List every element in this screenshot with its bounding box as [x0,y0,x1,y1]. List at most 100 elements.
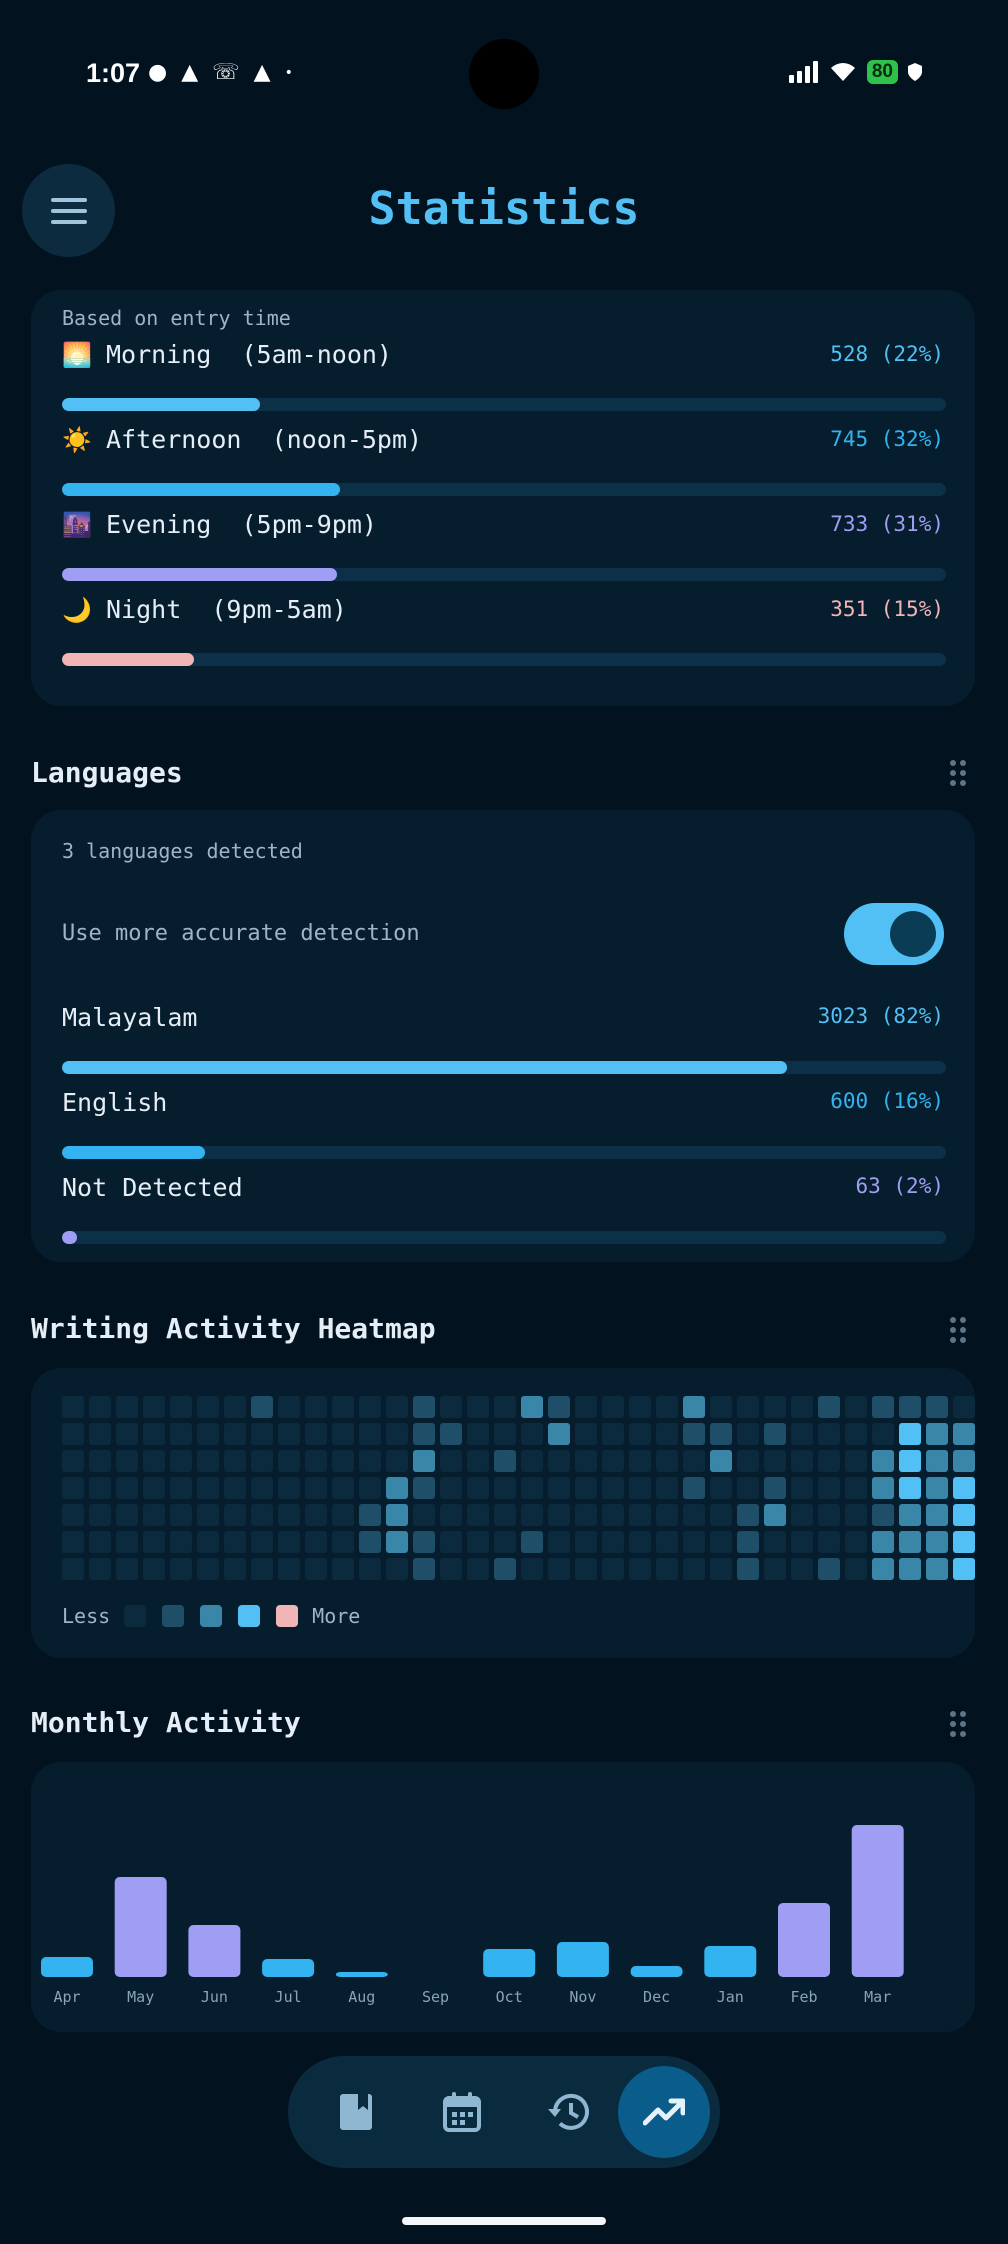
heatmap-cell[interactable] [494,1558,516,1580]
heatmap-cell[interactable] [818,1423,840,1445]
heatmap-cell[interactable] [926,1558,948,1580]
heatmap-cell[interactable] [89,1504,111,1526]
heatmap-cell[interactable] [440,1558,462,1580]
heatmap-cell[interactable] [62,1558,84,1580]
heatmap-cell[interactable] [872,1396,894,1418]
heatmap-cell[interactable] [683,1531,705,1553]
heatmap-cell[interactable] [710,1396,732,1418]
heatmap-cell[interactable] [251,1531,273,1553]
heatmap-cell[interactable] [251,1423,273,1445]
monthly-bar[interactable] [483,1949,536,1977]
heatmap-cell[interactable] [89,1531,111,1553]
heatmap-cell[interactable] [953,1504,975,1526]
heatmap-cell[interactable] [278,1504,300,1526]
heatmap-cell[interactable] [467,1396,489,1418]
heatmap-cell[interactable] [791,1423,813,1445]
drag-handle-icon[interactable] [950,760,966,786]
heatmap-cell[interactable] [224,1396,246,1418]
nav-statistics[interactable] [618,2066,710,2158]
heatmap-cell[interactable] [494,1396,516,1418]
heatmap-cell[interactable] [548,1504,570,1526]
heatmap-cell[interactable] [602,1396,624,1418]
heatmap-cell[interactable] [656,1423,678,1445]
heatmap-cell[interactable] [251,1504,273,1526]
monthly-bar[interactable] [114,1877,167,1977]
heatmap-cell[interactable] [494,1477,516,1499]
heatmap-cell[interactable] [683,1396,705,1418]
monthly-bar[interactable] [188,1925,241,1977]
heatmap-cell[interactable] [278,1450,300,1472]
heatmap-cell[interactable] [737,1531,759,1553]
heatmap-cell[interactable] [872,1558,894,1580]
heatmap-cell[interactable] [359,1531,381,1553]
heatmap-cell[interactable] [386,1423,408,1445]
heatmap-cell[interactable] [872,1531,894,1553]
heatmap-cell[interactable] [386,1531,408,1553]
heatmap-cell[interactable] [953,1450,975,1472]
heatmap-cell[interactable] [926,1504,948,1526]
heatmap-cell[interactable] [791,1450,813,1472]
heatmap-cell[interactable] [386,1504,408,1526]
heatmap-cell[interactable] [656,1558,678,1580]
heatmap-cell[interactable] [170,1558,192,1580]
heatmap-cell[interactable] [89,1396,111,1418]
heatmap-cell[interactable] [116,1531,138,1553]
heatmap-cell[interactable] [440,1423,462,1445]
heatmap-cell[interactable] [143,1450,165,1472]
heatmap-cell[interactable] [116,1423,138,1445]
heatmap-cell[interactable] [440,1504,462,1526]
heatmap-cell[interactable] [224,1450,246,1472]
heatmap-cell[interactable] [467,1558,489,1580]
heatmap-cell[interactable] [251,1450,273,1472]
heatmap-cell[interactable] [602,1423,624,1445]
nav-history[interactable] [522,2066,614,2158]
heatmap-cell[interactable] [305,1396,327,1418]
heatmap-cell[interactable] [224,1477,246,1499]
heatmap-cell[interactable] [818,1504,840,1526]
heatmap-cell[interactable] [899,1558,921,1580]
heatmap-cell[interactable] [251,1396,273,1418]
heatmap-cell[interactable] [143,1531,165,1553]
heatmap-cell[interactable] [818,1477,840,1499]
monthly-bar[interactable] [262,1959,315,1977]
heatmap-cell[interactable] [656,1504,678,1526]
heatmap-cell[interactable] [197,1558,219,1580]
heatmap-cell[interactable] [629,1477,651,1499]
heatmap-cell[interactable] [116,1558,138,1580]
heatmap-cell[interactable] [116,1504,138,1526]
heatmap-cell[interactable] [656,1450,678,1472]
heatmap-cell[interactable] [629,1450,651,1472]
heatmap-cell[interactable] [656,1477,678,1499]
heatmap-cell[interactable] [845,1423,867,1445]
heatmap-cell[interactable] [953,1477,975,1499]
heatmap-cell[interactable] [899,1477,921,1499]
heatmap-cell[interactable] [521,1450,543,1472]
heatmap-cell[interactable] [305,1423,327,1445]
heatmap-cell[interactable] [494,1423,516,1445]
heatmap-cell[interactable] [602,1504,624,1526]
heatmap-cell[interactable] [683,1477,705,1499]
heatmap-cell[interactable] [440,1477,462,1499]
heatmap-cell[interactable] [818,1450,840,1472]
heatmap-cell[interactable] [413,1396,435,1418]
heatmap-cell[interactable] [62,1504,84,1526]
nav-calendar[interactable] [416,2066,508,2158]
heatmap-cell[interactable] [278,1531,300,1553]
heatmap-cell[interactable] [818,1531,840,1553]
heatmap-cell[interactable] [791,1558,813,1580]
heatmap-cell[interactable] [953,1558,975,1580]
heatmap-cell[interactable] [332,1423,354,1445]
heatmap-cell[interactable] [872,1450,894,1472]
heatmap-cell[interactable] [764,1396,786,1418]
heatmap-cell[interactable] [143,1504,165,1526]
heatmap-cell[interactable] [359,1558,381,1580]
heatmap-cell[interactable] [710,1423,732,1445]
heatmap-cell[interactable] [143,1558,165,1580]
heatmap-cell[interactable] [143,1477,165,1499]
heatmap-cell[interactable] [737,1396,759,1418]
heatmap-cell[interactable] [899,1423,921,1445]
heatmap-cell[interactable] [926,1531,948,1553]
heatmap-cell[interactable] [170,1504,192,1526]
heatmap-cell[interactable] [116,1477,138,1499]
heatmap-cell[interactable] [710,1477,732,1499]
